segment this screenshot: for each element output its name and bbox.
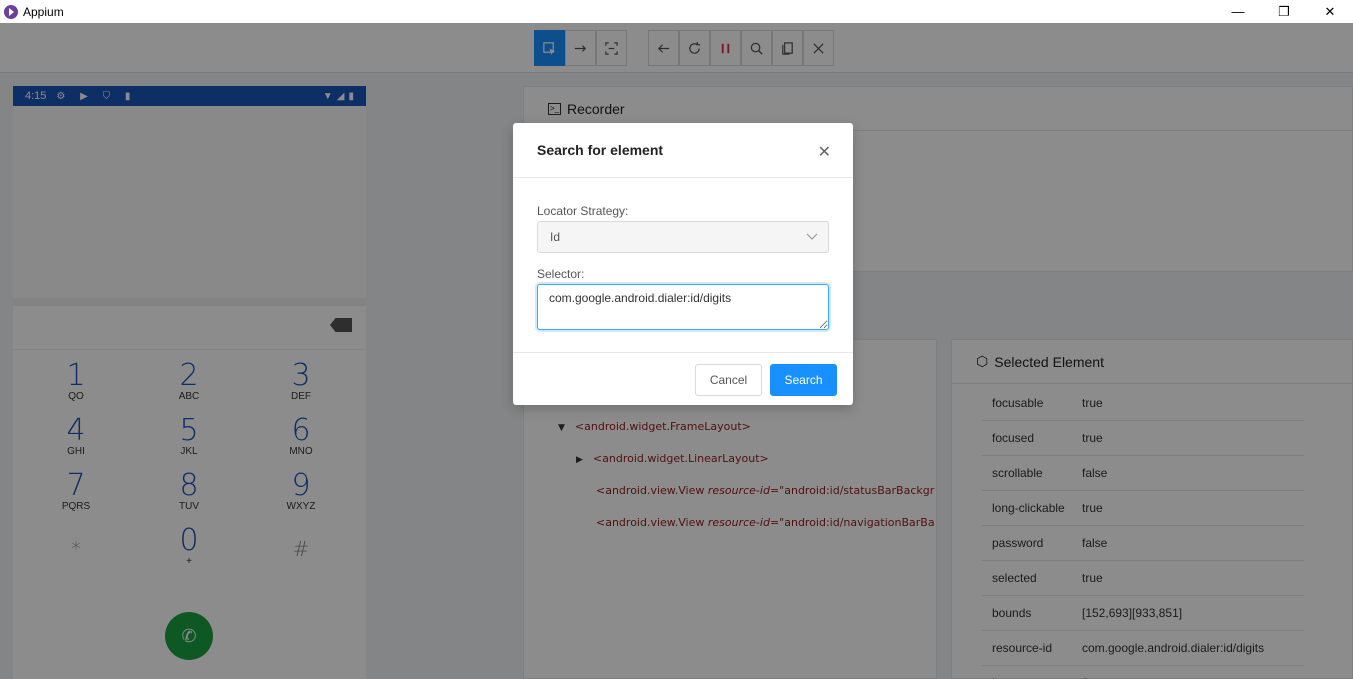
close-icon[interactable]: ✕ (818, 142, 831, 162)
close-window-button[interactable]: ✕ (1307, 0, 1353, 23)
search-element-modal: Search for element ✕ Locator Strategy: I… (513, 123, 853, 405)
chevron-down-icon (806, 230, 818, 245)
modal-body: Locator Strategy: Id Selector: (513, 178, 853, 333)
locator-strategy-label: Locator Strategy: (537, 204, 629, 218)
locator-strategy-value: Id (550, 230, 561, 244)
search-button[interactable]: Search (770, 364, 837, 396)
minimize-button[interactable]: — (1215, 0, 1261, 23)
modal-footer: Cancel Search (513, 352, 853, 405)
modal-header: Search for element ✕ (513, 123, 853, 178)
cancel-button[interactable]: Cancel (695, 364, 762, 396)
restore-button[interactable]: ❐ (1261, 0, 1307, 23)
selector-label: Selector: (537, 267, 585, 281)
window-title: Appium (23, 4, 64, 19)
modal-title: Search for element (537, 142, 664, 158)
selector-input[interactable] (537, 284, 829, 330)
window-titlebar: Appium — ❐ ✕ (0, 0, 1353, 23)
window-controls: — ❐ ✕ (1215, 0, 1353, 23)
appium-logo-icon (4, 4, 18, 19)
locator-strategy-select[interactable]: Id (537, 221, 829, 253)
